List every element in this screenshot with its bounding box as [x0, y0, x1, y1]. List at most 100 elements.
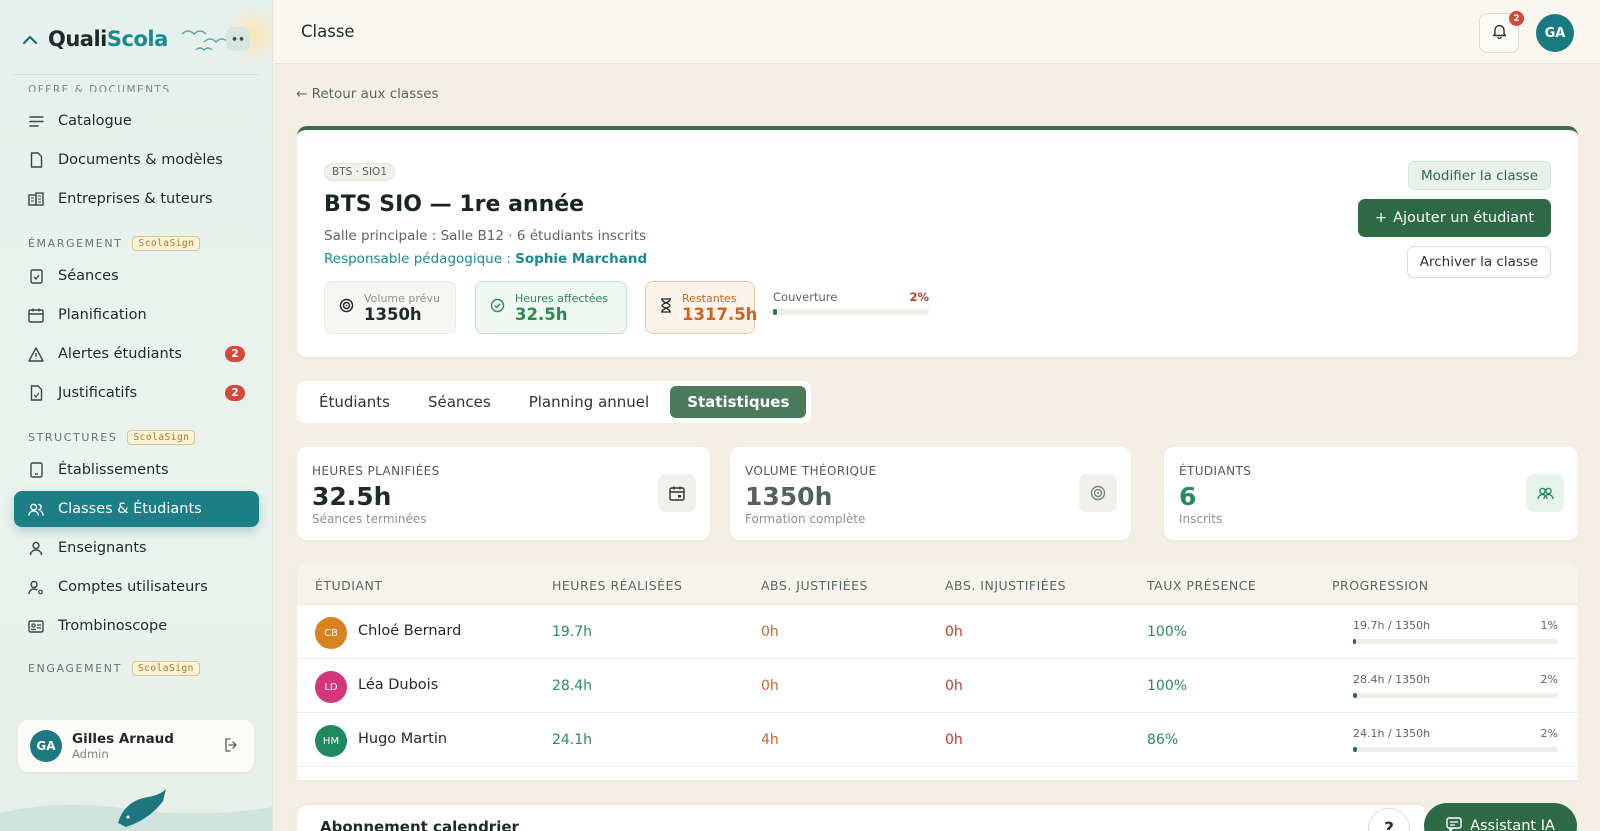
remaining-label: Restantes	[682, 291, 737, 305]
user-role: Admin	[72, 747, 109, 761]
stat-value: 6	[1179, 482, 1197, 511]
section-title: STRUCTURES	[28, 431, 118, 444]
student-name[interactable]: Hugo Martin	[358, 731, 447, 747]
stat-value: 32.5h	[312, 482, 392, 511]
sidebar: QualiScola •• OFFRE & DOCUMENTS Catalogu…	[0, 0, 273, 831]
column-header[interactable]: PROGRESSION	[1332, 578, 1429, 593]
brand[interactable]: QualiScola	[22, 22, 168, 56]
hours-cell: 19.7h	[552, 624, 593, 640]
column-header[interactable]: HEURES RÉALISÉES	[552, 578, 682, 593]
student-name[interactable]: Léa Dubois	[358, 677, 438, 693]
sidebar-item-seances[interactable]: Séances	[14, 258, 259, 294]
avatar: LD	[315, 671, 347, 703]
unjustified-absence-cell: 0h	[945, 678, 963, 694]
sidebar-item-alertes[interactable]: Alertes étudiants 2	[14, 336, 259, 372]
file-icon	[28, 152, 44, 168]
sidebar-item-label: Enseignants	[58, 540, 147, 556]
sidebar-item-catalogue[interactable]: Catalogue	[14, 103, 259, 139]
responsible-label: Responsable pédagogique :	[324, 251, 516, 267]
archive-class-button[interactable]: Archiver la classe	[1407, 246, 1551, 278]
topbar: Classe 2 GA	[274, 0, 1600, 64]
chat-icon	[1446, 816, 1462, 831]
table-row[interactable]: CB Chloé Bernard 19.7h 0h 0h 100% 19.7h / 1350…	[297, 605, 1578, 659]
progression-cell: 19.7h / 1350h 1%	[1353, 619, 1558, 644]
users-icon	[1526, 474, 1564, 512]
volume-label: Volume prévu	[364, 291, 440, 305]
calendar-card-title: Abonnement calendrier	[320, 818, 519, 831]
tab-statistiques[interactable]: Statistiques	[670, 386, 807, 418]
progress-fill	[1353, 639, 1357, 644]
sidebar-item-planification[interactable]: Planification	[14, 297, 259, 333]
target-icon	[339, 298, 354, 317]
coverage-track	[773, 309, 929, 315]
progression-label: 19.7h / 1350h	[1353, 619, 1431, 632]
progress-track	[1353, 693, 1558, 698]
sidebar-item-label: Planification	[58, 307, 147, 323]
hours-remaining-card: Restantes 1317.5h	[645, 281, 757, 334]
check-circle-icon	[490, 298, 505, 317]
add-student-button[interactable]: + Ajouter un étudiant	[1358, 199, 1551, 237]
section-title: ÉMARGEMENT	[28, 237, 123, 250]
column-header[interactable]: ABS. JUSTIFIÉES	[761, 578, 868, 593]
add-student-label: Ajouter un étudiant	[1393, 210, 1535, 226]
sidebar-item-label: Classes & Étudiants	[58, 501, 202, 517]
alert-icon	[28, 346, 44, 362]
sidebar-toggle-button[interactable]: ••	[226, 27, 250, 51]
hours-cell: 28.4h	[552, 678, 593, 694]
tab-planning[interactable]: Planning annuel	[512, 386, 667, 418]
user-info: Gilles Arnaud Admin	[72, 731, 174, 761]
sidebar-item-classes-etudiants[interactable]: Classes & Étudiants	[14, 491, 259, 527]
sidebar-item-label: Entreprises & tuteurs	[58, 191, 213, 207]
justified-absence-cell: 0h	[761, 624, 779, 640]
sidebar-item-justificatifs[interactable]: Justificatifs 2	[14, 375, 259, 411]
sidebar-item-enseignants[interactable]: Enseignants	[14, 530, 259, 566]
progression-cell: 28.4h / 1350h 2%	[1353, 673, 1558, 698]
notifications-button[interactable]: 2	[1479, 11, 1524, 53]
stat-value: 1350h	[745, 482, 833, 511]
ai-assistant-button[interactable]: Assistant IA	[1424, 803, 1577, 831]
sidebar-item-label: Séances	[58, 268, 119, 284]
stat-sub: Inscrits	[1179, 512, 1223, 526]
logout-icon[interactable]	[224, 738, 238, 756]
stat-sub: Formation complète	[745, 512, 866, 526]
coverage-indicator: Couverture 2%	[773, 290, 929, 315]
avatar: HM	[315, 725, 347, 757]
sidebar-item-etablissements[interactable]: Établissements	[14, 452, 259, 488]
chevron-up-icon[interactable]	[22, 30, 38, 49]
affected-value: 32.5h	[515, 304, 568, 324]
sidebar-item-documents[interactable]: Documents & modèles	[14, 142, 259, 178]
student-name[interactable]: Chloé Bernard	[358, 623, 461, 639]
section-pill: ScolaSign	[127, 430, 196, 445]
table-row[interactable]: LD Léa Dubois 28.4h 0h 0h 100% 28.4h / 1350h 2%	[297, 659, 1578, 713]
sidebar-item-label: Comptes utilisateurs	[58, 579, 208, 595]
user-name: Gilles Arnaud	[72, 731, 174, 747]
back-link[interactable]: ← Retour aux classes	[296, 86, 439, 102]
sidebar-item-comptes[interactable]: Comptes utilisateurs	[14, 569, 259, 605]
tab-etudiants[interactable]: Étudiants	[302, 386, 407, 418]
sidebar-item-trombinoscope[interactable]: Trombinoscope	[14, 608, 259, 644]
sidebar-item-entreprises[interactable]: Entreprises & tuteurs	[14, 181, 259, 217]
hours-cell: 24.1h	[552, 732, 593, 748]
user-avatar-button[interactable]: GA	[1536, 14, 1574, 52]
notification-count-badge: 2	[1509, 11, 1524, 26]
column-header[interactable]: ABS. INJUSTIFIÉES	[945, 578, 1066, 593]
responsible-name[interactable]: Sophie Marchand	[515, 251, 647, 267]
column-header[interactable]: TAUX PRÉSENCE	[1147, 578, 1256, 593]
unjustified-absence-cell: 0h	[945, 732, 963, 748]
tab-seances[interactable]: Séances	[411, 386, 508, 418]
justified-absence-cell: 0h	[761, 678, 779, 694]
column-header[interactable]: ÉTUDIANT	[315, 578, 383, 593]
plus-icon: +	[1374, 210, 1388, 226]
presence-rate-cell: 100%	[1147, 624, 1188, 640]
stat-card-students: ÉTUDIANTS 6 Inscrits	[1164, 447, 1578, 540]
stat-sub: Séances terminées	[312, 512, 427, 526]
table-row[interactable]: HM Hugo Martin 24.1h 4h 0h 86% 24.1h / 1350h 2%	[297, 713, 1578, 767]
calendar-subscription-card: Abonnement calendrier	[297, 805, 1427, 831]
section-pill: ScolaSign	[132, 236, 201, 251]
students-stats-table: ÉTUDIANT HEURES RÉALISÉES ABS. JUSTIFIÉE…	[297, 564, 1578, 780]
progression-percent: 1%	[1540, 619, 1558, 632]
section-label-engagement: ENGAGEMENT ScolaSign	[28, 661, 200, 676]
section-label-offre: OFFRE & DOCUMENTS	[28, 84, 171, 92]
modify-class-button[interactable]: Modifier la classe	[1407, 161, 1551, 190]
volume-planned-card: Volume prévu 1350h	[324, 281, 456, 334]
